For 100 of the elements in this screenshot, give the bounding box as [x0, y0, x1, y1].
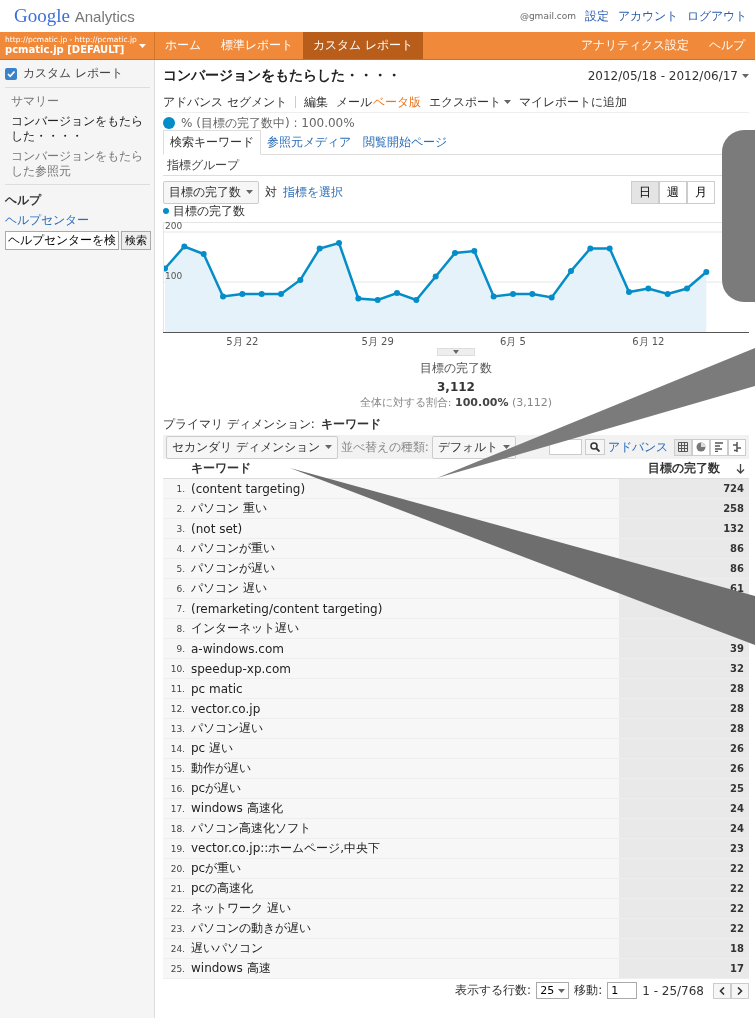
column-header[interactable]: 目標の完了数 [648, 460, 720, 477]
date-range-picker[interactable]: 2012/05/18 - 2012/06/17 [587, 69, 749, 83]
keyword-cell-text: windows 高速 [191, 960, 272, 977]
column-header[interactable]: キーワード [163, 460, 644, 477]
header-link[interactable]: アカウント [618, 7, 678, 25]
search-button[interactable]: 検索 [121, 230, 151, 250]
rows-per-page-dropdown[interactable]: 25 [536, 982, 570, 999]
help-search-field[interactable]: ヘルプセンターを検 [5, 230, 119, 250]
toolbar-link[interactable]: 編集 [303, 93, 328, 111]
value-cell: 24 [619, 799, 749, 818]
help-center-link[interactable]: ヘルプセンター [5, 211, 150, 229]
sidebar-item[interactable]: コンバージョンをもたらした参照元 [11, 149, 150, 178]
row-number: 14. [169, 743, 186, 754]
summary-label: 目標の完了数 [419, 360, 493, 377]
nav-tab[interactable]: カスタム レポート [303, 32, 423, 59]
data-point [374, 297, 381, 303]
data-point [163, 265, 168, 272]
keyword-cell-text: パソコン遅い [191, 720, 264, 737]
row-number: 22. [169, 903, 186, 914]
data-point [684, 285, 690, 292]
data-point [490, 293, 497, 300]
toolbar-link[interactable]: メール [335, 93, 372, 111]
pie-chart-icon [696, 442, 706, 452]
data-point [181, 243, 188, 250]
data-point [200, 251, 207, 257]
row-number: 23. [169, 923, 186, 934]
row-number: 3. [175, 523, 186, 534]
x-axis-label: 6月 5 [500, 336, 526, 347]
sidebar-item[interactable]: サマリー [11, 94, 150, 109]
value-cell: 25 [619, 779, 749, 798]
next-page-button[interactable] [731, 982, 749, 999]
bar-view-button[interactable] [710, 438, 728, 456]
pie-view-button[interactable] [692, 438, 710, 456]
sort-arrow-icon [736, 463, 745, 474]
toolbar-menu[interactable]: エクスポート [428, 93, 511, 111]
sort-type-label: 並べ替えの種類: [340, 438, 429, 456]
report-tab[interactable]: 閲覧開始ページ [357, 131, 453, 154]
granularity-button[interactable]: 月 [687, 180, 715, 204]
rows-per-page-label: 表示する行数: [455, 982, 532, 999]
sidebar-item[interactable]: コンバージョンをもたらした・・・・ [11, 114, 150, 144]
primary-dimension-label: プライマリ ディメンション: [163, 416, 315, 433]
keyword-cell-text: (remarketing/content targeting) [191, 601, 384, 616]
grid-icon [678, 442, 688, 452]
row-number: 12. [169, 703, 186, 714]
granularity-button[interactable]: 週 [659, 180, 687, 204]
collapse-handle[interactable] [437, 348, 475, 356]
keyword-cell-text: pcの高速化 [191, 880, 255, 897]
keyword-cell-text: vector.co.jp::ホームページ,中央下 [191, 840, 382, 857]
keyword-cell-text: a-windows.com [191, 641, 285, 656]
metric-dropdown[interactable]: 目標の完了数 [163, 180, 259, 204]
caret-icon [324, 445, 332, 449]
primary-dimension-value: キーワード [320, 416, 381, 433]
report-tab[interactable]: 検索キーワード [163, 130, 261, 155]
keyword-cell-text: 動作が遅い [191, 760, 252, 777]
data-point [239, 291, 246, 297]
row-number: 17. [169, 803, 186, 814]
row-number: 10. [169, 663, 186, 674]
search-button[interactable] [585, 439, 605, 455]
sort-type-dropdown[interactable]: デフォルト [431, 435, 516, 459]
data-point [278, 291, 284, 297]
keyword-cell-text: windows 高速化 [191, 800, 284, 817]
go-to-field[interactable]: 1 [607, 982, 638, 999]
compare-view-button[interactable] [728, 438, 746, 456]
value-cell: 86 [619, 539, 749, 558]
value-cell: 22 [619, 899, 749, 918]
metric-group-tab[interactable]: 指標グループ [167, 156, 239, 174]
select-metric-link[interactable]: 指標を選択 [283, 183, 343, 201]
data-point [452, 250, 458, 256]
bars-icon [714, 442, 724, 452]
value-cell: 22 [619, 859, 749, 878]
caret-icon [503, 100, 511, 104]
data-point [220, 293, 226, 300]
value-cell: 32 [619, 659, 749, 678]
row-number: 9. [175, 643, 186, 654]
report-title: コンバージョンをもたらした・・・・ [163, 67, 401, 85]
granularity-button[interactable]: 日 [631, 180, 659, 204]
previous-page-button[interactable] [713, 982, 731, 999]
keyword-cell-text: パソコンが遅い [191, 560, 276, 577]
keyword-cell-text: (content targeting) [191, 481, 307, 496]
secondary-dimension-dropdown[interactable]: セカンダリ ディメンション [166, 435, 338, 459]
header-link[interactable]: 設定 [585, 7, 609, 25]
toolbar-link[interactable]: マイレポートに追加 [518, 93, 627, 111]
comparison-icon [732, 442, 742, 452]
advanced-filter-link[interactable]: アドバンス [608, 438, 668, 456]
row-number: 11. [169, 683, 186, 694]
table-view-button[interactable] [674, 438, 692, 456]
report-tab[interactable]: 参照元メディア [261, 131, 357, 154]
data-point [297, 277, 304, 283]
value-cell: 24 [619, 819, 749, 838]
value-cell: 39 [619, 639, 749, 658]
keyword-cell-text: パソコンの動きが遅い [191, 920, 312, 937]
data-point [394, 290, 400, 296]
value-cell: 132 [619, 519, 749, 538]
header-link[interactable]: ログアウト [687, 7, 747, 25]
toolbar-link[interactable]: アドバンス セグメント [163, 93, 287, 111]
value-cell: 258 [619, 499, 749, 518]
data-point [413, 297, 420, 303]
help-heading: ヘルプ [5, 191, 43, 209]
row-number: 18. [169, 823, 186, 834]
sidebar-section-title: カスタム レポート [23, 65, 123, 82]
